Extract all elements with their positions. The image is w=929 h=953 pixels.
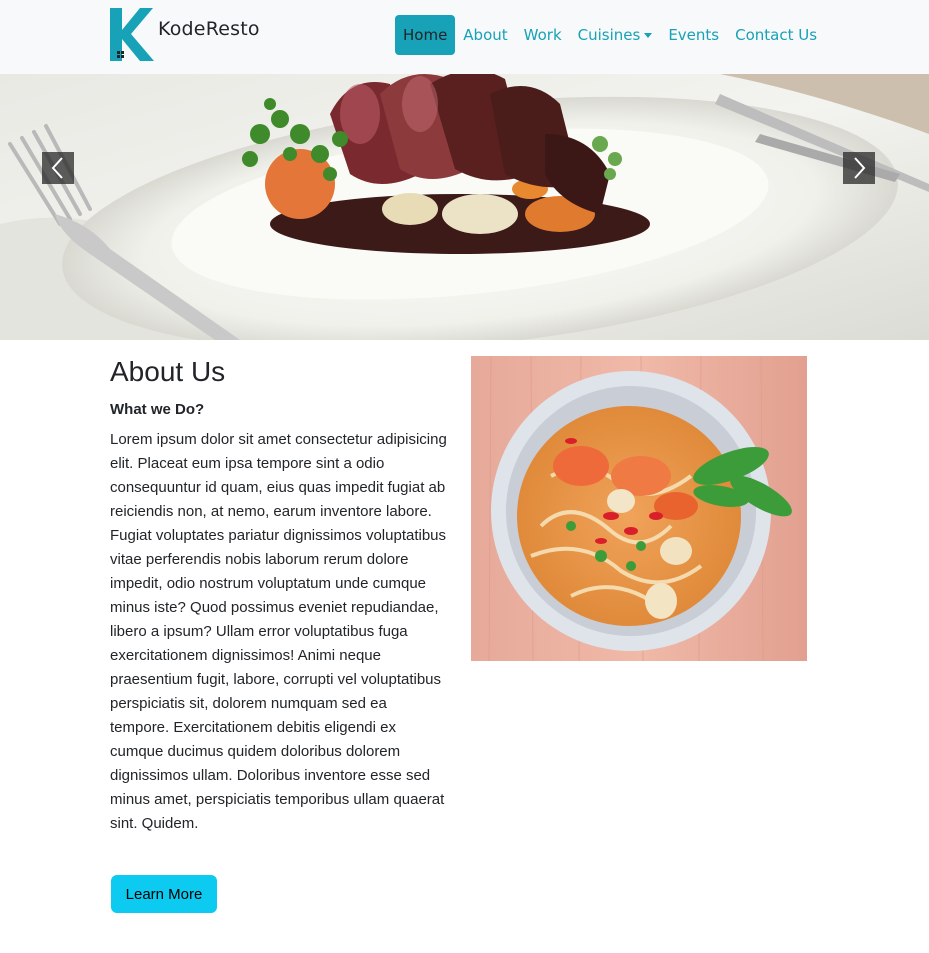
- hero-carousel: [0, 74, 929, 340]
- nav-cuisines-dropdown[interactable]: Cuisines: [570, 15, 661, 55]
- nav-home[interactable]: Home: [395, 15, 456, 55]
- noodle-soup-bowl-image: [471, 356, 807, 661]
- about-title: About Us: [110, 356, 226, 387]
- about-subtitle: What we Do?: [110, 401, 205, 418]
- caret-down-icon: [644, 33, 653, 38]
- learn-more-button[interactable]: Learn More: [111, 875, 217, 913]
- steak-dinner-plate-image: [0, 74, 929, 340]
- brand-name: KodeResto: [158, 18, 260, 40]
- nav-contact[interactable]: Contact Us: [727, 15, 825, 55]
- nav-about[interactable]: About: [455, 15, 515, 55]
- nav-cuisines-label: Cuisines: [577, 26, 641, 44]
- chevron-right-icon: [854, 157, 866, 179]
- nav-work[interactable]: Work: [516, 15, 570, 55]
- about-body-text: Lorem ipsum dolor sit amet consectetur a…: [110, 431, 447, 832]
- navbar: KodeResto Home About Work Cuisines Event…: [0, 0, 929, 74]
- carousel-next-button[interactable]: [843, 152, 875, 184]
- k-logo-icon: [110, 8, 154, 61]
- nav-events[interactable]: Events: [660, 15, 727, 55]
- chevron-left-icon: [51, 157, 63, 179]
- carousel-prev-button[interactable]: [42, 152, 74, 184]
- brand-link[interactable]: KodeResto: [110, 8, 270, 62]
- main-nav: Home About Work Cuisines Events Contact …: [395, 15, 825, 55]
